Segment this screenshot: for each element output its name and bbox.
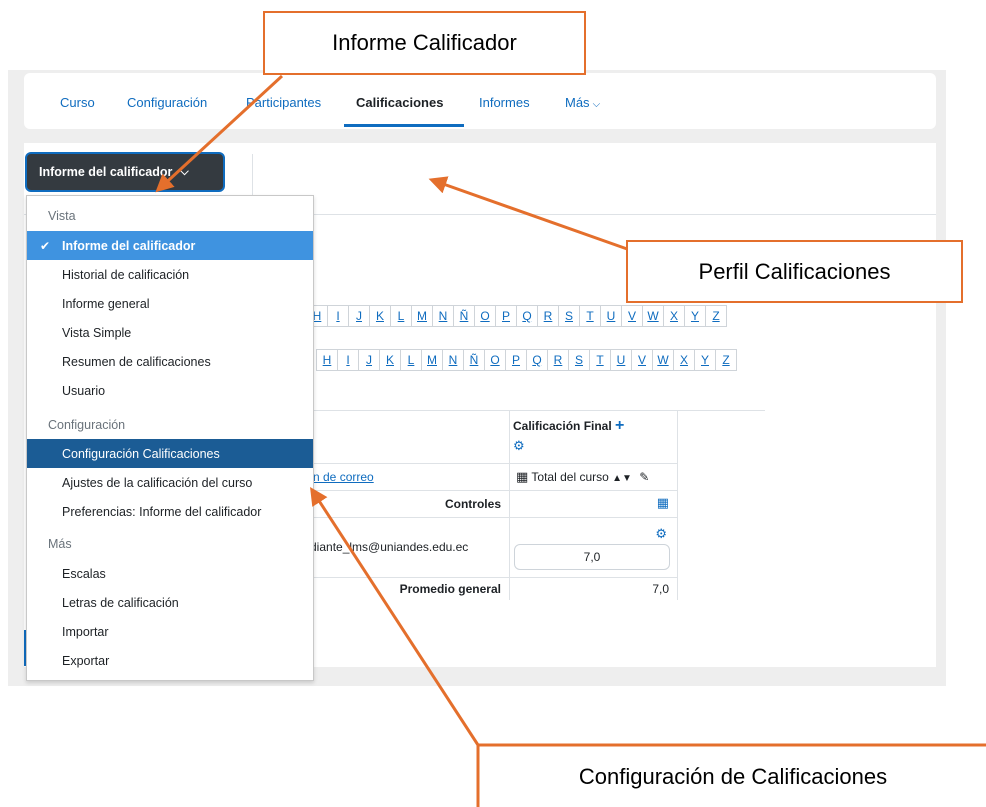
callout-informe-calificador-text: Informe Calificador — [332, 30, 517, 55]
callout-perfil-calificaciones-text: Perfil Calificaciones — [698, 258, 891, 284]
callout-informe-calificador: Informe Calificador — [263, 11, 586, 75]
arrow-to-report-selector — [155, 74, 284, 193]
callout-configuracion-calificaciones-text: Configuración de Calificaciones — [578, 764, 888, 789]
arrow-to-selector-area — [428, 176, 631, 252]
callout-configuracion-calificaciones: Configuración de Calificaciones — [480, 747, 986, 807]
callout-perfil-calificaciones: Perfil Calificaciones — [626, 240, 963, 303]
arrow-to-config-item — [310, 486, 480, 746]
annotation-arrows — [155, 74, 986, 807]
